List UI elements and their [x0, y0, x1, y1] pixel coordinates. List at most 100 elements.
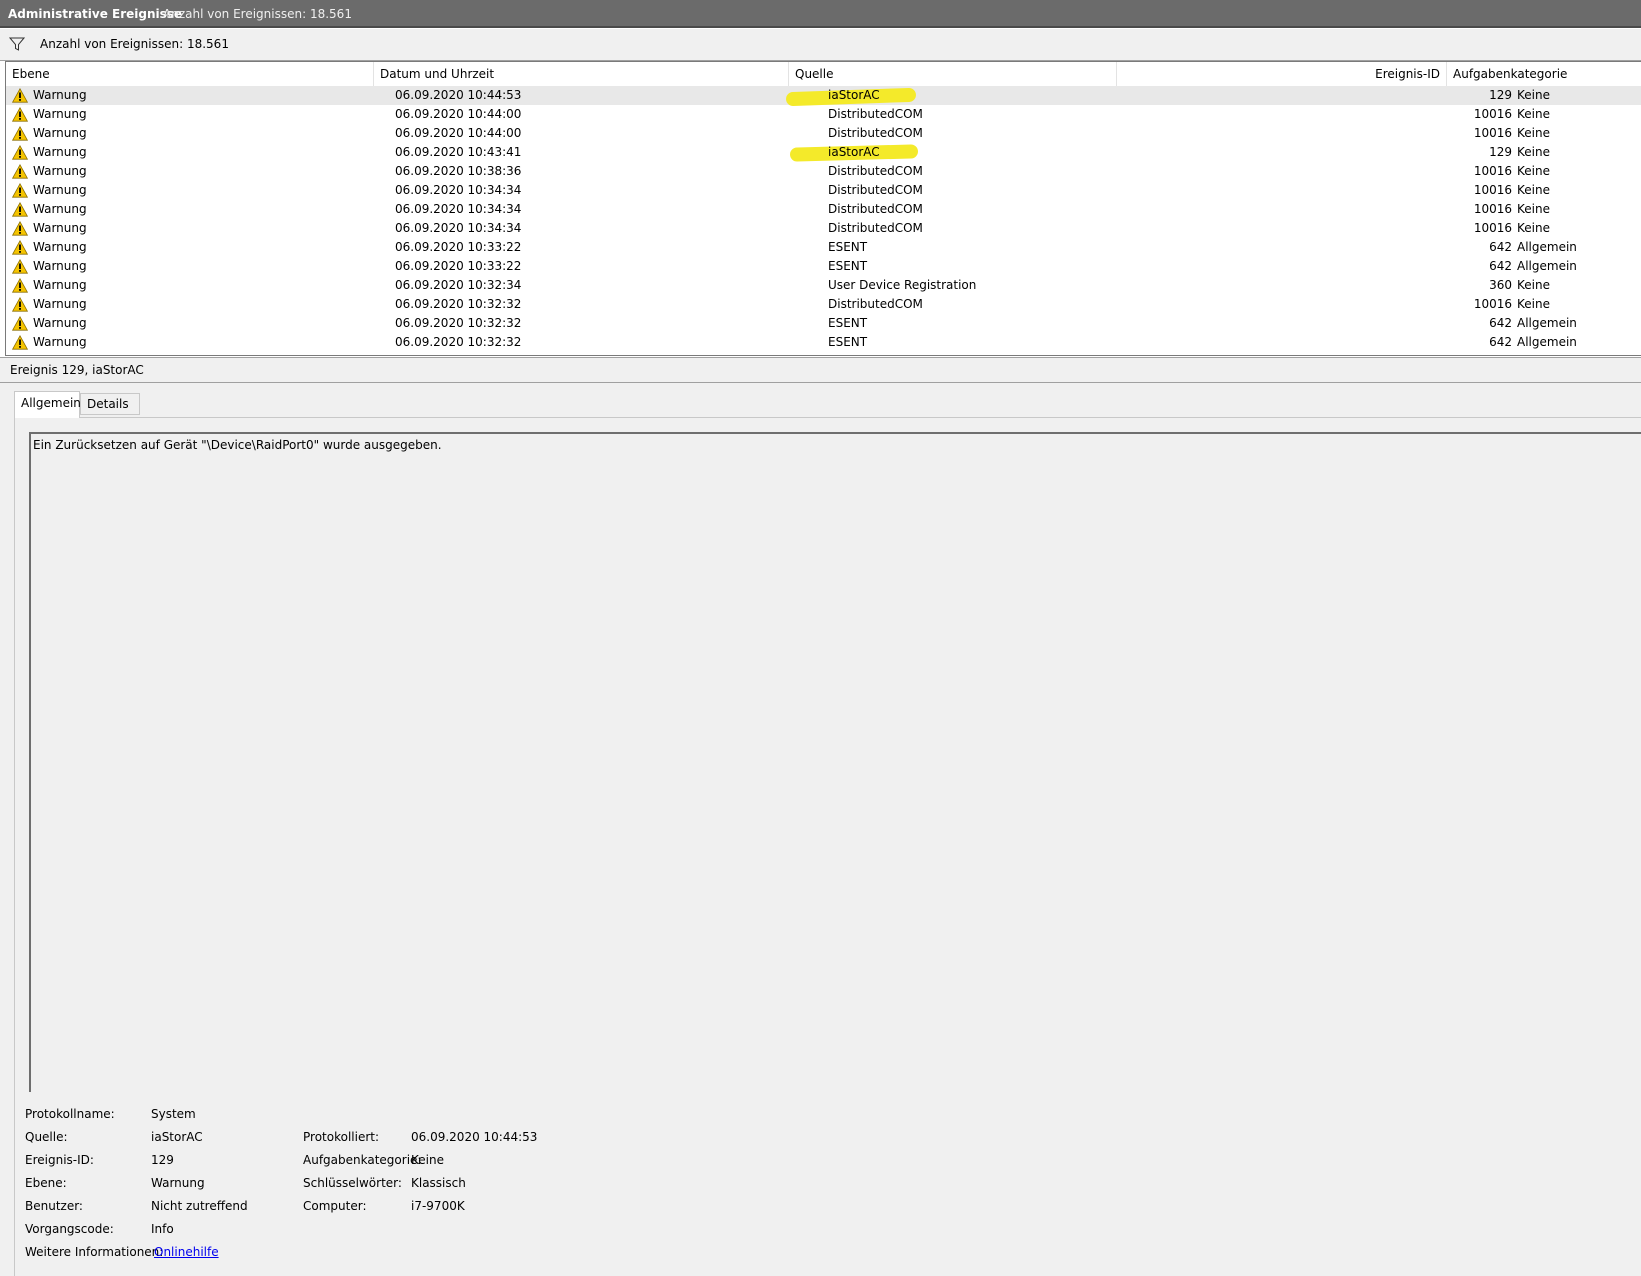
table-row[interactable]: Warnung 06.09.2020 10:33:22 ESENT 642 Allgem… — [6, 238, 1641, 257]
source-cell: DistributedCOM — [828, 295, 1168, 314]
warning-icon — [12, 164, 28, 179]
source-text: DistributedCOM — [828, 202, 923, 216]
task-category-cell: Allgemein — [1517, 259, 1577, 273]
source-label: Quelle: — [25, 1130, 68, 1144]
event-id-cell: 129 — [1489, 88, 1512, 102]
table-row[interactable]: Warnung 06.09.2020 10:32:34 User Device Re… — [6, 276, 1641, 295]
level-cell: Warnung — [10, 295, 390, 314]
warning-icon — [12, 183, 28, 198]
column-header-date[interactable]: Datum und Uhrzeit — [374, 62, 789, 86]
source-cell: ESENT — [828, 257, 1168, 276]
level-cell: Warnung — [10, 86, 390, 105]
level-label: Warnung — [33, 183, 87, 197]
task-category-cell: Allgemein — [1517, 316, 1577, 330]
column-header-event-id[interactable]: Ereignis-ID — [1117, 62, 1447, 86]
column-header-source[interactable]: Quelle — [789, 62, 1117, 86]
view-title: Administrative Ereignisse — [8, 7, 183, 21]
tab-details[interactable]: Details — [80, 393, 140, 415]
level-cell: Warnung — [10, 219, 390, 238]
logged-label: Protokolliert: — [303, 1130, 380, 1144]
level-label: Warnung — [33, 335, 87, 349]
event-id-cell: 642 — [1489, 316, 1512, 330]
more-info-label: Weitere Informationen: — [25, 1245, 164, 1259]
event-id-cell: 129 — [1489, 145, 1512, 159]
warning-icon — [12, 278, 28, 293]
task-category-value: Keine — [411, 1153, 444, 1167]
opcode-value: Info — [151, 1222, 174, 1236]
column-header-task-category[interactable]: Aufgabenkategorie — [1447, 62, 1641, 86]
task-category-cell: Keine — [1517, 183, 1550, 197]
date-cell: 06.09.2020 10:33:22 — [395, 259, 522, 273]
source-cell: DistributedCOM — [828, 219, 1168, 238]
level-cell: Warnung — [10, 257, 390, 276]
event-id-cell: 360 — [1489, 278, 1512, 292]
table-row[interactable]: Warnung 06.09.2020 10:32:32 ESENT 642 Allgem… — [6, 314, 1641, 333]
user-value: Nicht zutreffend — [151, 1199, 248, 1213]
event-list[interactable]: Ebene Datum und Uhrzeit Quelle Ereignis-… — [5, 61, 1641, 356]
tab-panel-allgemein: Ein Zurücksetzen auf Gerät "\Device\Raid… — [14, 417, 1641, 1276]
task-category-cell: Keine — [1517, 221, 1550, 235]
log-name-value: System — [151, 1107, 196, 1121]
table-row[interactable]: Warnung 06.09.2020 10:32:32 DistributedCOM… — [6, 295, 1641, 314]
table-row[interactable]: Warnung 06.09.2020 10:38:36 DistributedCOM… — [6, 162, 1641, 181]
date-cell: 06.09.2020 10:34:34 — [395, 221, 522, 235]
date-cell: 06.09.2020 10:32:32 — [395, 335, 522, 349]
table-row[interactable]: Warnung 06.09.2020 10:44:00 DistributedCOM… — [6, 124, 1641, 143]
level-label: Warnung — [33, 88, 87, 102]
warning-icon — [12, 316, 28, 331]
level-cell: Warnung — [10, 124, 390, 143]
event-id-cell: 642 — [1489, 240, 1512, 254]
level-cell: Warnung — [10, 200, 390, 219]
warning-icon — [12, 240, 28, 255]
table-row[interactable]: Warnung 06.09.2020 10:34:34 DistributedCOM… — [6, 219, 1641, 238]
log-name-label: Protokollname: — [25, 1107, 115, 1121]
event-id-cell: 642 — [1489, 335, 1512, 349]
task-category-cell: Keine — [1517, 107, 1550, 121]
date-cell: 06.09.2020 10:44:53 — [395, 88, 522, 102]
date-cell: 06.09.2020 10:32:32 — [395, 297, 522, 311]
event-id-value: 129 — [151, 1153, 174, 1167]
event-list-header: Ebene Datum und Uhrzeit Quelle Ereignis-… — [6, 62, 1641, 86]
event-message[interactable]: Ein Zurücksetzen auf Gerät "\Device\Raid… — [29, 432, 1641, 1092]
event-id-cell: 642 — [1489, 259, 1512, 273]
table-row[interactable]: Warnung 06.09.2020 10:34:34 DistributedCOM… — [6, 181, 1641, 200]
task-category-cell: Keine — [1517, 88, 1550, 102]
task-category-cell: Keine — [1517, 164, 1550, 178]
date-cell: 06.09.2020 10:32:34 — [395, 278, 522, 292]
task-category-cell: Keine — [1517, 145, 1550, 159]
table-row[interactable]: Warnung 06.09.2020 10:34:34 DistributedCOM… — [6, 200, 1641, 219]
event-id-cell: 10016 — [1473, 107, 1512, 121]
warning-icon — [12, 107, 28, 122]
source-cell: ESENT — [828, 333, 1168, 352]
level-label: Warnung — [33, 240, 87, 254]
tab-allgemein[interactable]: Allgemein — [14, 391, 81, 418]
table-row[interactable]: Warnung 06.09.2020 10:43:41 iaStorAC 129 Kei… — [6, 143, 1641, 162]
table-row[interactable]: Warnung 06.09.2020 10:44:00 DistributedCOM… — [6, 105, 1641, 124]
filter-count-text: Anzahl von Ereignissen: 18.561 — [40, 37, 229, 51]
event-detail-title: Ereignis 129, iaStorAC — [10, 363, 144, 377]
warning-icon — [12, 88, 28, 103]
source-cell: DistributedCOM — [828, 105, 1168, 124]
source-text: iaStorAC — [828, 88, 880, 102]
date-cell: 06.09.2020 10:44:00 — [395, 126, 522, 140]
event-rows: Warnung 06.09.2020 10:44:53 iaStorAC 129 Kei… — [6, 86, 1641, 352]
level-label: Warnung — [33, 145, 87, 159]
task-category-cell: Allgemein — [1517, 240, 1577, 254]
level-label: Warnung — [33, 316, 87, 330]
column-header-level[interactable]: Ebene — [6, 62, 374, 86]
source-text: DistributedCOM — [828, 164, 923, 178]
source-cell: iaStorAC — [828, 86, 1168, 105]
level-label: Warnung — [33, 259, 87, 273]
event-id-label: Ereignis-ID: — [25, 1153, 94, 1167]
online-help-link[interactable]: Onlinehilfe — [154, 1245, 219, 1259]
level-cell: Warnung — [10, 276, 390, 295]
source-text: iaStorAC — [828, 145, 880, 159]
date-cell: 06.09.2020 10:44:00 — [395, 107, 522, 121]
source-text: DistributedCOM — [828, 126, 923, 140]
event-detail-pane: Allgemein Details Ein Zurücksetzen auf G… — [0, 383, 1641, 1276]
task-category-cell: Keine — [1517, 202, 1550, 216]
table-row[interactable]: Warnung 06.09.2020 10:33:22 ESENT 642 Allgem… — [6, 257, 1641, 276]
table-row[interactable]: Warnung 06.09.2020 10:32:32 ESENT 642 Allgem… — [6, 333, 1641, 352]
table-row[interactable]: Warnung 06.09.2020 10:44:53 iaStorAC 129 Kei… — [6, 86, 1641, 107]
filter-icon[interactable] — [9, 36, 25, 52]
